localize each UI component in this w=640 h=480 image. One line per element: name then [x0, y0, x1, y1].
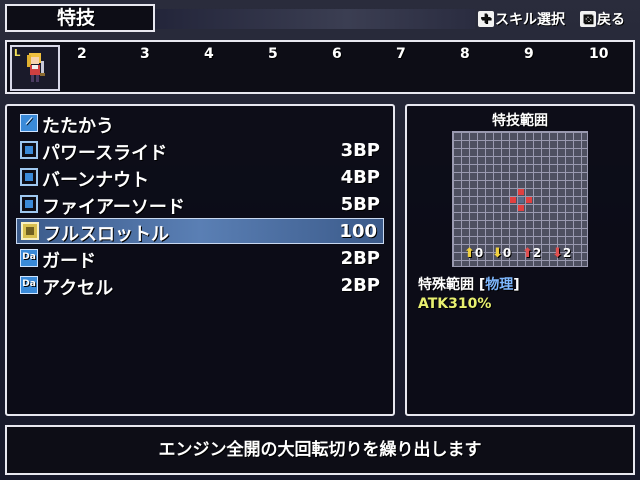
skill-name: たたかう: [42, 116, 114, 137]
da-icon: Da: [20, 276, 38, 294]
down-arrow-icon: ⬇: [552, 245, 563, 261]
up-arrow-icon: ⬆: [522, 245, 533, 261]
skill-name: バーンナウト: [42, 170, 150, 191]
skill-row-fire-sword[interactable]: ファイアーソード 5BP: [16, 192, 386, 218]
special-skill-icon: [21, 222, 39, 240]
menu-title: 特技: [5, 4, 155, 32]
range-close: ]: [513, 277, 520, 293]
skill-cost: 4BP: [340, 167, 380, 188]
menu-title-text: 特技: [57, 7, 96, 29]
party-slot-3[interactable]: 3: [140, 46, 150, 62]
party-slot-8[interactable]: 8: [460, 46, 470, 62]
skill-cost: 100: [339, 221, 377, 242]
down-arrow-icon: ⬇: [492, 245, 503, 261]
party-slot-7[interactable]: 7: [396, 46, 406, 62]
range-cell: [510, 197, 516, 203]
stat-value: 0: [474, 246, 484, 260]
hero-portrait-icon: [27, 53, 45, 82]
party-slot-10[interactable]: 10: [589, 46, 608, 62]
skill-icon: [20, 141, 38, 159]
stat-3: ⬆ 2: [522, 245, 541, 261]
description-text: エンジン全開の大回転切りを繰り出します: [158, 440, 482, 460]
skill-name: パワースライド: [42, 143, 168, 164]
atk-value: ATK310%: [418, 296, 492, 312]
party-slot-5[interactable]: 5: [268, 46, 278, 62]
stat-4: ⬇ 2: [552, 245, 571, 261]
range-center-cell: [518, 197, 524, 203]
party-bar: L 2 3 4 5 6 7 8 9 10: [5, 40, 635, 94]
range-cell: [518, 189, 524, 195]
up-arrow-icon: ⬆: [464, 245, 475, 261]
sword-icon: ⟋: [20, 114, 38, 132]
skill-icon: [20, 195, 38, 213]
range-cell: [526, 197, 532, 203]
skill-cost: 5BP: [340, 194, 380, 215]
header-strip: [155, 9, 475, 29]
skill-name: ガード: [42, 251, 96, 272]
skill-name: アクセル: [42, 278, 114, 299]
skill-row-attack[interactable]: ⟋ たたかう: [16, 111, 386, 137]
skill-cost: 2BP: [340, 275, 380, 296]
skill-name: ファイアーソード: [42, 197, 185, 218]
stat-value: 2: [562, 246, 572, 260]
skill-cost: 2BP: [340, 248, 380, 269]
range-panel-title: 特技範囲: [492, 113, 548, 129]
range-type: 物理: [485, 277, 514, 293]
back-hint[interactable]: ⊠ 戻る: [580, 8, 625, 30]
skill-select-hint[interactable]: ✚ スキル選択: [478, 8, 565, 30]
skill-icon: [20, 168, 38, 186]
skill-row-guard[interactable]: Da ガード 2BP: [16, 246, 386, 272]
skill-cost: 3BP: [340, 140, 380, 161]
party-slot-9[interactable]: 9: [524, 46, 534, 62]
range-cell: [518, 205, 524, 211]
stat-2: ⬇ 0: [492, 245, 511, 261]
party-slot-6[interactable]: 6: [332, 46, 342, 62]
description-box: エンジン全開の大回転切りを繰り出します: [5, 425, 635, 475]
da-icon: Da: [20, 249, 38, 267]
skill-select-label: スキル選択: [495, 12, 565, 28]
button-icon: ⊠: [580, 11, 596, 27]
stat-1: ⬆ 0: [464, 245, 483, 261]
party-slot-4[interactable]: 4: [204, 46, 214, 62]
party-slot-1[interactable]: L: [10, 45, 60, 91]
skill-row-full-throttle[interactable]: フルスロットル 100: [16, 218, 384, 245]
range-label: 特殊範囲 [: [418, 277, 486, 293]
party-slot-2[interactable]: 2: [77, 46, 87, 62]
skill-row-burnout[interactable]: バーンナウト 4BP: [16, 165, 386, 191]
dpad-icon: ✚: [478, 11, 494, 27]
stat-value: 0: [502, 246, 512, 260]
skill-name: フルスロットル: [43, 224, 169, 245]
range-type-line: 特殊範囲 [物理]: [418, 274, 520, 294]
back-label: 戻る: [597, 12, 625, 28]
skill-row-power-slide[interactable]: パワースライド 3BP: [16, 138, 386, 164]
skill-row-accel[interactable]: Da アクセル 2BP: [16, 273, 386, 299]
stat-value: 2: [532, 246, 542, 260]
